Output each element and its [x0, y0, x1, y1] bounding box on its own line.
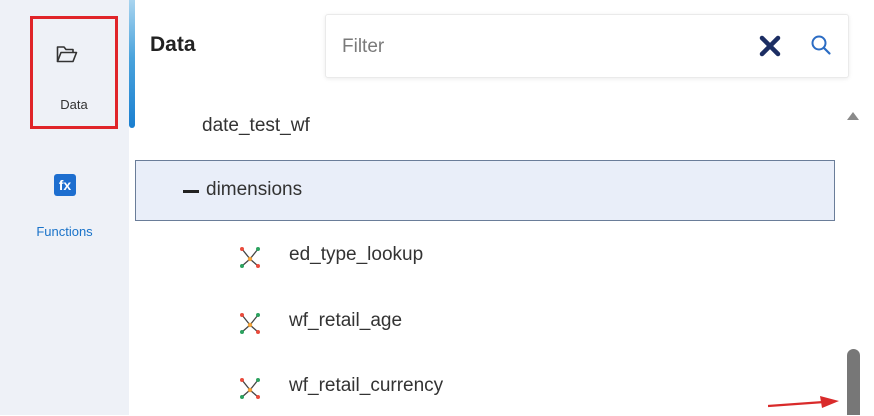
tree-item-label: ed_type_lookup: [289, 244, 424, 265]
filter-input[interactable]: [340, 35, 724, 59]
sidebar-item-label: Functions: [36, 224, 93, 239]
active-indicator: [129, 0, 135, 128]
sidebar-item-label: Data: [60, 97, 88, 112]
tree-item-label: wf_retail_age: [289, 310, 403, 331]
clear-filter-icon[interactable]: [759, 35, 781, 57]
tree-item-label: wf_retail_currency: [289, 375, 444, 396]
scroll-up-arrow-icon[interactable]: [846, 108, 860, 120]
annotation-arrow-icon: [767, 393, 840, 411]
sidebar-item-functions[interactable]: fx Functions: [0, 166, 129, 246]
scrollbar-thumb[interactable]: [847, 349, 860, 415]
tree-folder-label: dimensions: [206, 179, 303, 200]
hierarchy-icon: [238, 246, 262, 268]
sidebar-item-data[interactable]: Data: [30, 16, 118, 129]
collapse-icon[interactable]: [183, 190, 199, 193]
hierarchy-icon: [238, 312, 262, 334]
panel-title: Data: [150, 33, 196, 56]
tree-folder-dimensions[interactable]: dimensions: [135, 160, 835, 221]
filter-box: [325, 14, 849, 78]
hierarchy-icon: [238, 377, 262, 399]
sidebar-nav: Data fx Functions: [0, 0, 129, 415]
fx-icon: fx: [54, 174, 76, 196]
search-icon[interactable]: [810, 34, 832, 56]
folder-open-icon: [56, 45, 78, 63]
tree-root-item[interactable]: date_test_wf: [202, 115, 310, 137]
